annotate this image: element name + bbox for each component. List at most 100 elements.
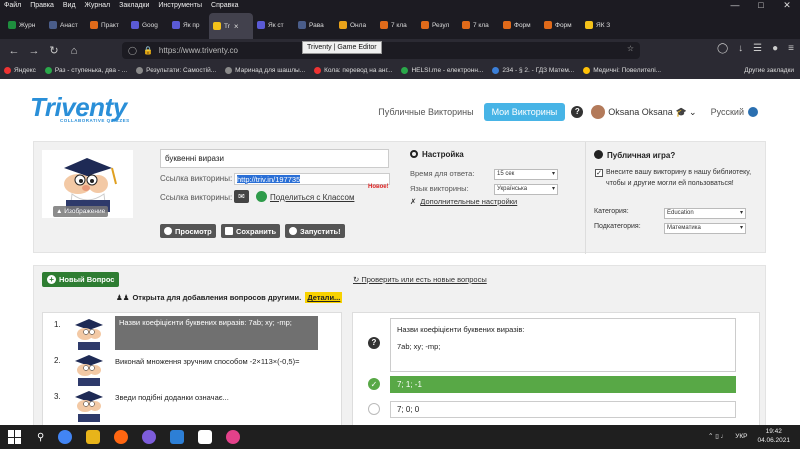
answer-radio[interactable] [368,403,380,415]
share-classroom-link[interactable]: Поделиться с Классом [270,193,354,202]
menu-view[interactable]: Вид [63,2,76,9]
quiz-language-select[interactable]: Українська [494,184,558,195]
forward-icon[interactable]: → [24,45,44,57]
close-window-icon[interactable]: ✕ [774,0,800,11]
correct-check-icon[interactable]: ✓ [368,378,380,390]
browser-tab[interactable]: 7 кла [458,13,499,37]
menu-icon[interactable]: ≡ [788,43,794,54]
bookmark-item[interactable]: Кола: перевод на анг... [314,67,392,74]
browser-tab[interactable]: Як пр [168,13,209,37]
image-upload-button[interactable]: ▲ Изображение [53,206,109,217]
browser-tab[interactable]: Практ [86,13,127,37]
menu-help[interactable]: Справка [211,2,238,9]
browser-tab[interactable]: Резул [417,13,458,37]
answer-option[interactable]: 7; 0; 0 [390,401,736,418]
browser-tab[interactable]: Онла [335,13,376,37]
app-icon[interactable] [198,430,213,444]
preview-button[interactable]: Просмотр [160,224,216,238]
gear-icon [410,150,418,158]
firefox-icon[interactable] [114,430,129,444]
tab-active[interactable]: Tr × [209,13,253,39]
globe-icon[interactable] [748,107,758,117]
question-item[interactable]: 1. Назви коефіцієнти буквених виразів: 7… [43,315,333,351]
question-list[interactable]: 1. Назви коефіцієнти буквених виразів: 7… [42,312,342,425]
browser-tab[interactable]: ЯК З [581,13,622,37]
new-question-button[interactable]: + Новый Вопрос [42,272,120,287]
browser-tab[interactable]: 7 кла [376,13,417,37]
category-select[interactable]: Education [664,208,746,219]
keyboard-language[interactable]: УКР [735,433,747,440]
advanced-settings-link[interactable]: ✗ Дополнительные настройки [410,197,517,206]
question-item[interactable]: 2. Виконай множення зручним способом -2×… [43,351,333,387]
avatar[interactable] [591,105,606,119]
subcategory-select[interactable]: Математика [664,223,746,234]
help-icon[interactable]: ? [571,106,584,118]
menu-bookmarks[interactable]: Закладки [119,2,149,9]
reload-icon[interactable]: ↻ [44,44,64,57]
browser-tab[interactable]: Як ст [253,13,294,37]
minimize-icon[interactable]: — [722,0,748,11]
browser-tab[interactable]: Журн [4,13,45,37]
close-tab-icon[interactable]: × [234,22,239,31]
menu-edit[interactable]: Правка [30,2,54,9]
viber-icon[interactable] [142,430,157,444]
drop-icon[interactable] [226,430,241,444]
bookmark-item[interactable]: 234 - § 2. - ГДЗ Матем... [492,67,574,74]
menubar: Файл Правка Вид Журнал Закладки Инструме… [0,0,800,11]
public-checkbox[interactable]: ✓ [595,169,603,177]
menu-file[interactable]: Файл [4,2,21,9]
bookmark-item[interactable]: Медичні: Повелителі... [583,67,661,74]
shield-extension-icon[interactable]: ◯ [717,43,728,54]
download-icon[interactable]: ↓ [738,43,743,54]
home-icon[interactable]: ⌂ [64,45,84,57]
bookmark-item[interactable]: Раз - ступенька, два - ... [44,67,127,74]
details-button[interactable]: Детали... [305,292,343,303]
envelope-icon[interactable]: ✉ [234,190,249,203]
quiz-image[interactable]: ▲ Изображение [42,150,133,218]
public-quizzes-link[interactable]: Публичные Викторины [378,107,473,117]
search-icon[interactable]: ⚲ [37,432,44,443]
save-button[interactable]: Сохранить [221,224,281,238]
my-quizzes-button[interactable]: Мои Викторины [483,103,566,121]
bookmark-item[interactable]: Маринад для шашлы... [225,67,305,74]
shield-icon[interactable]: ◯ [128,46,137,55]
menu-tools[interactable]: Инструменты [158,2,202,9]
windows-start-icon[interactable] [8,430,22,444]
answer-correct[interactable]: 7; 1; -1 [390,376,736,393]
question-item[interactable]: 3. Зведи подібні доданки означає... [43,387,333,423]
lock-icon[interactable]: 🔒 [143,46,153,55]
chevron-down-icon[interactable]: ⌄ [689,107,697,118]
browser-tab[interactable]: Рава [294,13,335,37]
refresh-questions-link[interactable]: ↻ Проверить или есть новые вопросы [353,275,487,284]
bookmark-item[interactable]: HELSI.me - електронн... [401,67,483,74]
back-icon[interactable]: ← [4,45,24,57]
other-bookmarks[interactable]: Другие закладки [744,67,794,74]
maximize-icon[interactable]: □ [748,0,774,11]
account-icon[interactable]: ● [772,43,778,54]
menu-history[interactable]: Журнал [85,2,111,9]
tray-icons[interactable]: ⌃ ▯ ♩ [708,432,727,440]
quiz-link-url[interactable]: http://triv.in/197735 [237,175,301,184]
start-button[interactable]: Запустить! [285,224,345,238]
folder-icon[interactable] [86,430,101,444]
quiz-title-input[interactable] [160,149,389,168]
bookmark-item[interactable]: Результати: Самостій... [136,67,216,74]
star-icon[interactable]: ☆ [627,44,634,53]
browser-tab[interactable]: Goog [127,13,168,37]
google-classroom-icon[interactable] [256,191,267,202]
public-game-column: Публичная игра? ✓ Внесите вашу викторину… [585,142,766,254]
answer-time-select[interactable]: 15 сек [494,169,558,180]
clock[interactable]: 19:42 04.06.2021 [757,427,790,445]
user-name[interactable]: Oksana Oksana [608,107,673,117]
browser-tab[interactable]: Форм [499,13,540,37]
question-help-icon[interactable]: ? [368,337,380,349]
library-icon[interactable]: ☰ [753,43,762,54]
browser-tab[interactable]: Анаст [45,13,86,37]
browser-tab[interactable]: Форм [540,13,581,37]
chrome-icon[interactable] [58,430,73,444]
bookmark-item[interactable]: Яндекс [4,67,36,74]
photos-icon[interactable] [170,430,185,444]
question-text-box[interactable]: Назви коефіцієнти буквених виразів: 7ab;… [390,318,736,372]
language-selector[interactable]: Русский [711,107,744,117]
quiz-link-field[interactable]: http://triv.in/197735 [234,173,390,185]
